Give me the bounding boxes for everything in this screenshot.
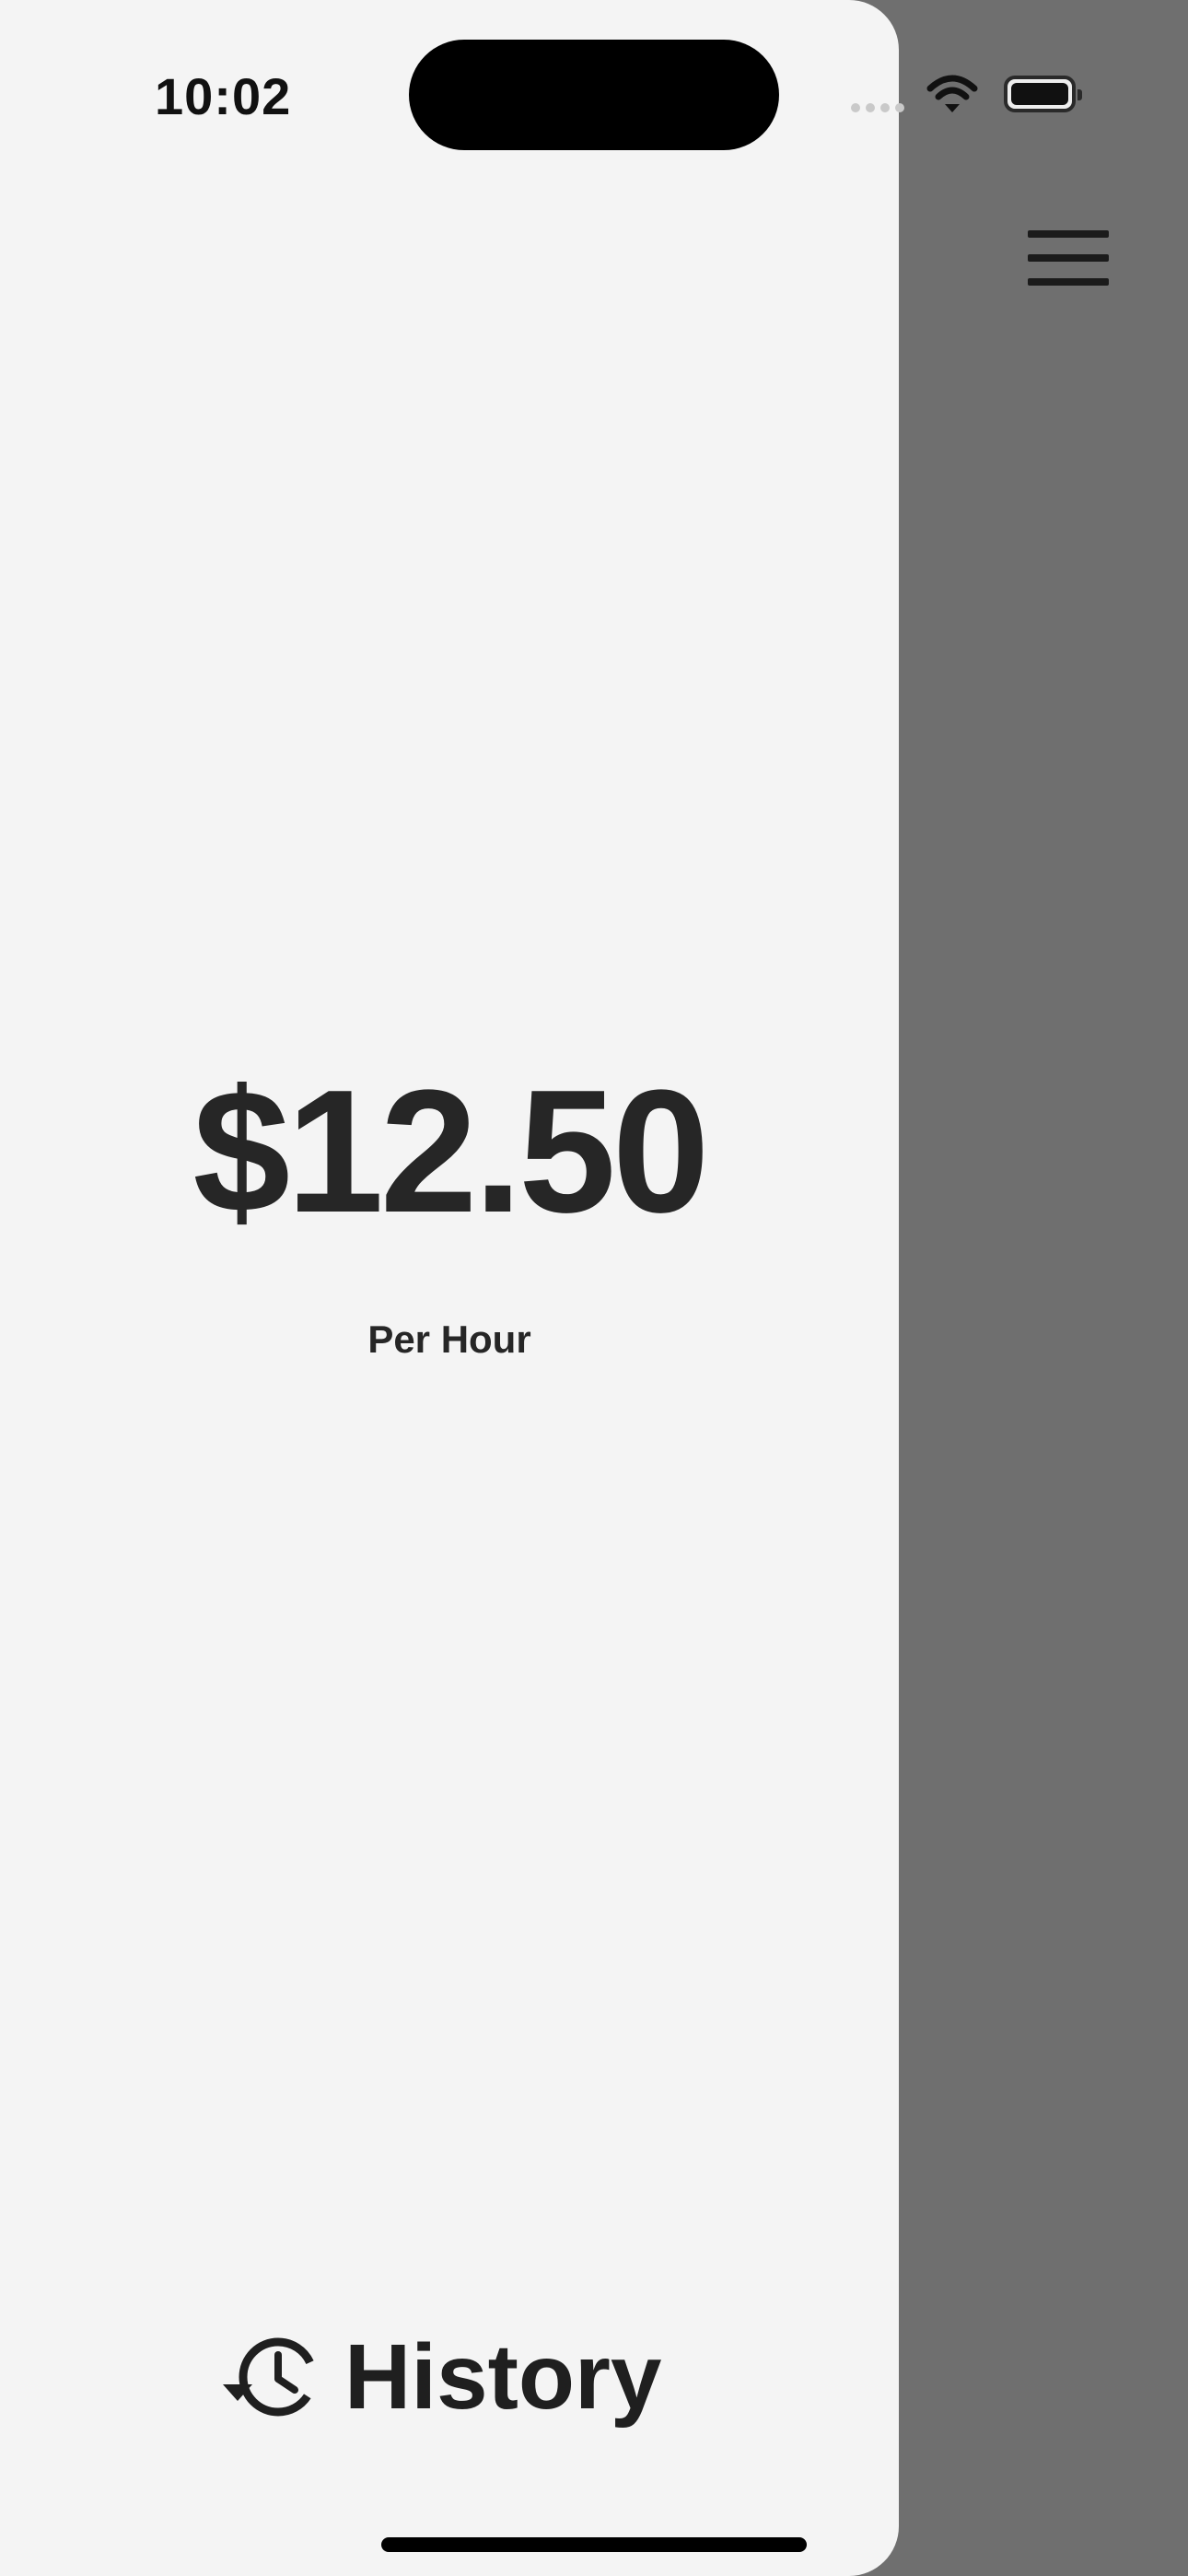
history-icon (223, 2337, 318, 2417)
home-indicator[interactable] (381, 2537, 807, 2552)
battery-icon (1004, 76, 1082, 112)
main-panel: 10:02 $12.50 Per Hour History (0, 0, 899, 2576)
dynamic-island (409, 40, 779, 150)
wifi-icon (926, 75, 978, 112)
history-button[interactable]: History (221, 2324, 662, 2429)
signal-icon (851, 103, 904, 112)
history-label: History (344, 2324, 662, 2429)
status-time: 10:02 (155, 67, 292, 125)
hourly-rate-value: $12.50 (192, 1054, 709, 1249)
hamburger-menu-icon[interactable] (1028, 227, 1111, 291)
hourly-rate-unit: Per Hour (367, 1317, 531, 1361)
